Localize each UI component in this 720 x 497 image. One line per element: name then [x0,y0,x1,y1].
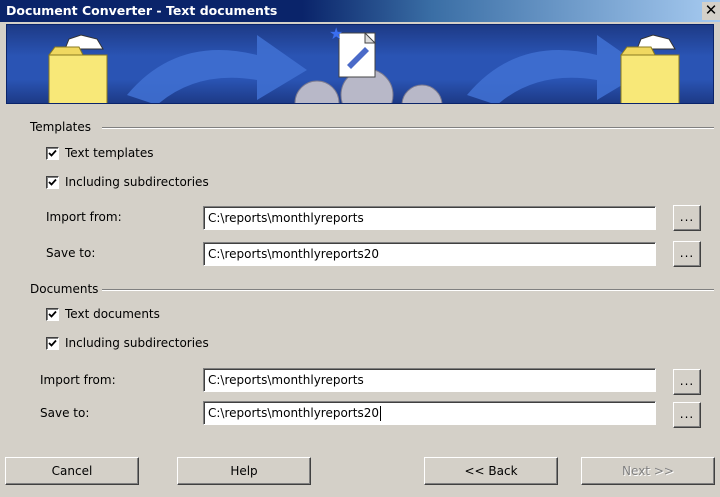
documents-import-browse-button[interactable]: ... [673,369,701,395]
templates-import-label: Import from: [46,210,122,224]
checkbox-label: Including subdirectories [65,175,209,189]
field-value: C:\reports\monthlyreports20 [208,247,379,261]
documents-group-label: Documents [30,282,99,296]
window-title: Document Converter - Text documents [6,3,278,18]
text-templates-checkbox[interactable]: Text templates [46,146,154,160]
templates-save-field[interactable]: C:\reports\monthlyreports20 [203,242,656,266]
templates-save-label: Save to: [46,246,96,260]
templates-import-field[interactable]: C:\reports\monthlyreports [203,206,656,230]
checkmark-icon [48,149,57,157]
checkbox-box[interactable] [46,336,59,350]
documents-subdirs-checkbox[interactable]: Including subdirectories [46,336,209,350]
cancel-button[interactable]: Cancel [5,457,139,485]
templates-save-browse-button[interactable]: ... [673,241,701,267]
close-button[interactable]: ✕ [702,2,720,20]
text-caret [379,406,381,421]
checkmark-icon [48,310,57,318]
svg-text:★: ★ [329,25,343,43]
checkmark-icon [48,178,57,186]
field-value: C:\reports\monthlyreports [208,211,364,225]
documents-import-label: Import from: [40,373,116,387]
back-button[interactable]: << Back [424,457,558,485]
checkbox-box[interactable] [46,175,59,189]
checkbox-box[interactable] [46,307,59,321]
wizard-banner: ★ [6,24,714,104]
help-button[interactable]: Help [177,457,311,485]
arrow-icon [467,35,647,103]
back-button-label: << Back [464,464,518,478]
documents-save-field[interactable]: C:\reports\monthlyreports20 [203,401,656,425]
templates-group-divider [102,127,714,129]
cancel-button-label: Cancel [51,464,93,478]
checkbox-label: Text templates [65,146,154,160]
checkmark-icon [48,339,57,347]
field-value: C:\reports\monthlyreports [208,373,364,387]
templates-subdirs-checkbox[interactable]: Including subdirectories [46,175,209,189]
window-titlebar: Document Converter - Text documents ✕ [0,0,720,22]
field-value: C:\reports\monthlyreports20 [208,406,379,420]
next-button[interactable]: Next >> [581,457,715,485]
document-edit-icon: ★ [329,25,377,78]
next-button-label: Next >> [622,464,674,478]
text-documents-checkbox[interactable]: Text documents [46,307,160,321]
folder-document-icon [620,34,680,103]
folder-document-icon [48,34,108,103]
documents-import-field[interactable]: C:\reports\monthlyreports [203,368,656,392]
templates-group-label: Templates [30,120,92,134]
checkbox-box[interactable] [46,146,59,160]
templates-import-browse-button[interactable]: ... [673,205,701,231]
documents-save-label: Save to: [40,406,90,420]
close-icon: ✕ [704,1,718,19]
help-button-label: Help [230,464,258,478]
documents-save-browse-button[interactable]: ... [673,402,701,428]
arrow-icon [127,35,307,103]
documents-group-divider [102,289,714,291]
checkbox-label: Text documents [65,307,160,321]
checkbox-label: Including subdirectories [65,336,209,350]
